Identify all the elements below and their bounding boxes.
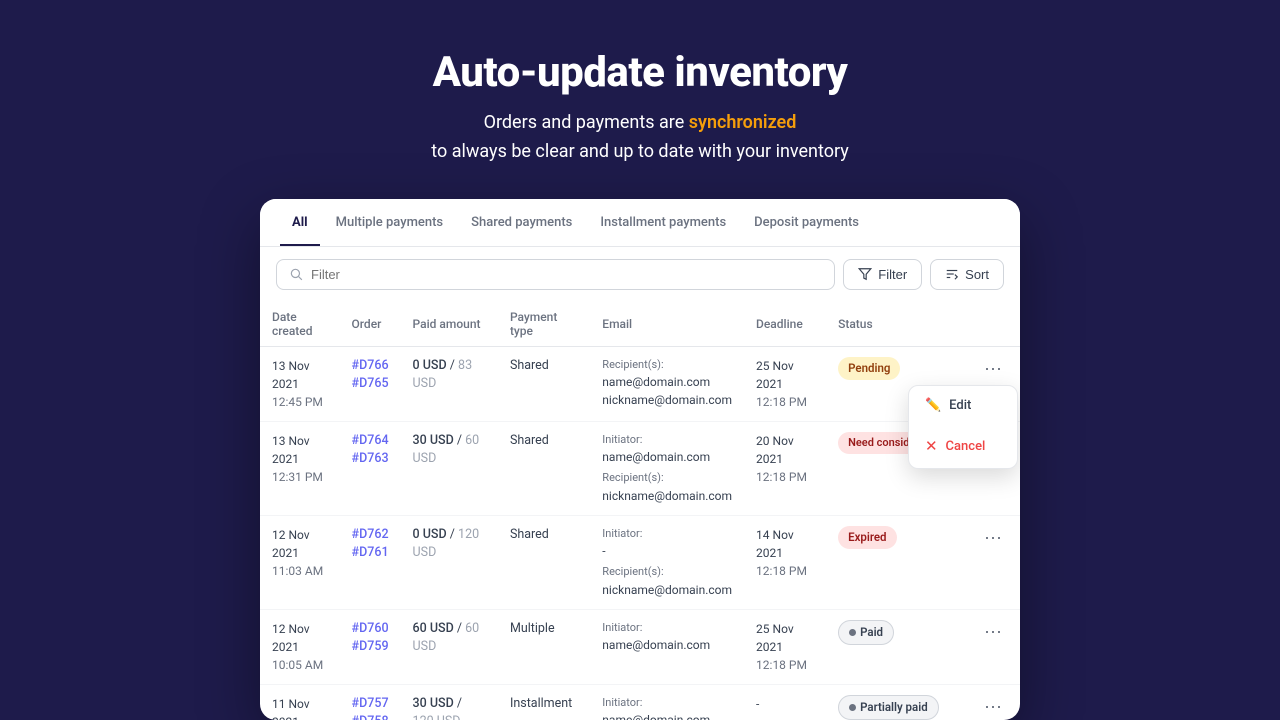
- search-box: [276, 259, 835, 290]
- cell-status: Partially paid: [826, 684, 966, 720]
- toolbar: Filter Sort: [260, 247, 1020, 302]
- table-container: Date created Order Paid amount Payment t…: [260, 302, 1020, 720]
- menu-anchor-row1: ⋯ ✏️ Edit ✕ Cancel: [978, 357, 1008, 382]
- cell-status: Paid: [826, 609, 966, 684]
- cell-deadline: 20 Nov 2021 12:18 PM: [744, 421, 826, 515]
- cell-date: 11 Nov 2021 12:18 PM: [260, 684, 340, 720]
- more-button-row5[interactable]: ⋯: [978, 695, 1008, 720]
- filter-button[interactable]: Filter: [843, 259, 922, 290]
- cell-status: Expired: [826, 515, 966, 609]
- col-status: Status: [826, 302, 966, 347]
- edit-menu-item[interactable]: ✏️ Edit: [909, 386, 1017, 426]
- status-dot: [849, 629, 856, 636]
- more-button-row3[interactable]: ⋯: [978, 526, 1008, 551]
- order-link-d765[interactable]: #D765: [352, 375, 389, 394]
- cell-order: #D766 #D765: [340, 346, 401, 421]
- cell-date: 13 Nov 2021 12:31 PM: [260, 421, 340, 515]
- col-actions: [966, 302, 1020, 347]
- cell-paid-amount: 0 USD / 83 USD: [401, 346, 498, 421]
- more-button-row1[interactable]: ⋯: [978, 357, 1008, 382]
- cell-email: Recipient(s): name@domain.com nickname@d…: [590, 346, 744, 421]
- order-link-d761[interactable]: #D761: [352, 544, 389, 563]
- cell-order: #D764 #D763: [340, 421, 401, 515]
- cancel-menu-item[interactable]: ✕ Cancel: [909, 425, 1017, 468]
- context-menu-row1: ✏️ Edit ✕ Cancel: [908, 385, 1018, 469]
- table-row: 13 Nov 2021 12:31 PM #D764 #D763 30 USD …: [260, 421, 1020, 515]
- table-row: 11 Nov 2021 12:18 PM #D757 #D758 30 USD …: [260, 684, 1020, 720]
- cell-email: Initiator: name@domain.com: [590, 609, 744, 684]
- payments-table: Date created Order Paid amount Payment t…: [260, 302, 1020, 720]
- table-row: 13 Nov 2021 12:45 PM #D766 #D765 0 USD /…: [260, 346, 1020, 421]
- col-date-created: Date created: [260, 302, 340, 347]
- cell-email: Initiator: name@domain.com Recipient(s):…: [590, 421, 744, 515]
- tab-installment-payments[interactable]: Installment payments: [588, 199, 738, 246]
- payments-table-wrapper: Date created Order Paid amount Payment t…: [260, 302, 1020, 720]
- cell-actions: ⋯: [966, 515, 1020, 609]
- tab-all[interactable]: All: [280, 199, 320, 246]
- col-payment-type: Payment type: [498, 302, 590, 347]
- cell-order: #D762 #D761: [340, 515, 401, 609]
- cell-type: Shared: [498, 346, 590, 421]
- table-row: 12 Nov 2021 10:05 AM #D760 #D759 60 USD …: [260, 609, 1020, 684]
- cell-deadline: 25 Nov 2021 12:18 PM: [744, 609, 826, 684]
- order-link-d757[interactable]: #D757: [352, 695, 389, 714]
- order-link-d763[interactable]: #D763: [352, 450, 389, 469]
- cell-deadline: 14 Nov 2021 12:18 PM: [744, 515, 826, 609]
- tab-multiple-payments[interactable]: Multiple payments: [324, 199, 456, 246]
- cell-paid-amount: 30 USD / 60 USD: [401, 421, 498, 515]
- cell-actions: ⋯: [966, 609, 1020, 684]
- status-dot: [849, 704, 856, 711]
- more-button-row4[interactable]: ⋯: [978, 620, 1008, 645]
- order-link-d760[interactable]: #D760: [352, 620, 389, 639]
- order-link-d762[interactable]: #D762: [352, 526, 389, 545]
- col-email: Email: [590, 302, 744, 347]
- cell-type: Shared: [498, 421, 590, 515]
- cell-actions: ⋯ ✏️ Edit ✕ Cancel: [966, 346, 1020, 421]
- cell-deadline: 25 Nov 2021 12:18 PM: [744, 346, 826, 421]
- cell-order: #D760 #D759: [340, 609, 401, 684]
- status-badge-expired: Expired: [838, 526, 896, 549]
- tab-bar: All Multiple payments Shared payments In…: [260, 199, 1020, 247]
- cell-order: #D757 #D758: [340, 684, 401, 720]
- search-input[interactable]: [311, 267, 822, 282]
- sort-icon: [945, 267, 959, 281]
- order-link-d764[interactable]: #D764: [352, 432, 389, 451]
- cell-type: Shared: [498, 515, 590, 609]
- cell-type: Installment: [498, 684, 590, 720]
- search-icon: [289, 267, 303, 281]
- order-link-d766[interactable]: #D766: [352, 357, 389, 376]
- cell-type: Multiple: [498, 609, 590, 684]
- page-subtitle: Orders and payments are synchronized to …: [431, 109, 848, 167]
- status-badge-paid: Paid: [838, 620, 894, 645]
- order-link-d759[interactable]: #D759: [352, 638, 389, 657]
- cell-paid-amount: 30 USD / 120 USD: [401, 684, 498, 720]
- col-order: Order: [340, 302, 401, 347]
- filter-icon: [858, 267, 872, 281]
- page-header: Auto-update inventory Orders and payment…: [431, 48, 848, 167]
- x-circle-icon: ✕: [925, 435, 938, 458]
- sort-button[interactable]: Sort: [930, 259, 1004, 290]
- page-title: Auto-update inventory: [431, 48, 848, 97]
- cell-email: Initiator: - Recipient(s): nickname@doma…: [590, 515, 744, 609]
- cell-deadline: -: [744, 684, 826, 720]
- cell-paid-amount: 60 USD / 60 USD: [401, 609, 498, 684]
- tab-deposit-payments[interactable]: Deposit payments: [742, 199, 871, 246]
- cell-paid-amount: 0 USD / 120 USD: [401, 515, 498, 609]
- col-paid-amount: Paid amount: [401, 302, 498, 347]
- pencil-icon: ✏️: [925, 396, 941, 416]
- status-badge-partial: Partially paid: [838, 695, 939, 720]
- cell-actions: ⋯: [966, 684, 1020, 720]
- col-deadline: Deadline: [744, 302, 826, 347]
- main-card: All Multiple payments Shared payments In…: [260, 199, 1020, 720]
- cell-date: 12 Nov 2021 11:03 AM: [260, 515, 340, 609]
- tab-shared-payments[interactable]: Shared payments: [459, 199, 584, 246]
- status-badge-pending: Pending: [838, 357, 900, 380]
- order-link-d758[interactable]: #D758: [352, 713, 389, 720]
- cell-date: 13 Nov 2021 12:45 PM: [260, 346, 340, 421]
- cell-date: 12 Nov 2021 10:05 AM: [260, 609, 340, 684]
- cell-email: Initiator: name@domain.com: [590, 684, 744, 720]
- table-row: 12 Nov 2021 11:03 AM #D762 #D761 0 USD /…: [260, 515, 1020, 609]
